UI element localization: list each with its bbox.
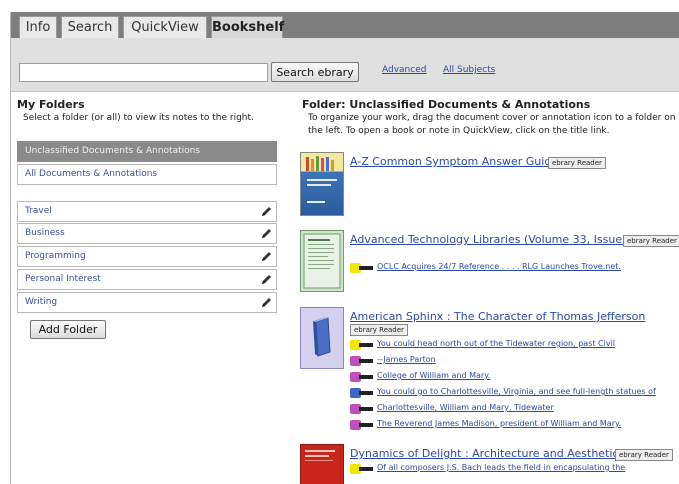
tab-bar: Info Search QuickView Bookshelf: [11, 12, 679, 38]
ebrary-reader-badge[interactable]: ebrary Reader: [548, 157, 606, 169]
book-title-link[interactable]: American Sphinx : The Character of Thoma…: [350, 310, 645, 323]
search-ebrary-button[interactable]: Search ebrary: [271, 62, 359, 82]
highlight-icon: [350, 464, 373, 474]
book-cover-art: [305, 450, 335, 461]
book-cover-art: [301, 231, 343, 291]
tab-bookshelf[interactable]: Bookshelf: [211, 16, 284, 38]
app-frame: Info Search QuickView Bookshelf Search e…: [10, 12, 679, 484]
search-bar: Search ebrary Advanced All Subjects: [11, 38, 679, 92]
all-subjects-link[interactable]: All Subjects: [443, 65, 495, 75]
generic-book-icon: [313, 317, 331, 357]
ebrary-reader-badge[interactable]: ebrary Reader: [350, 324, 408, 336]
annotation-link[interactable]: --James Parton: [377, 355, 436, 364]
folder-travel[interactable]: Travel: [17, 201, 277, 222]
folder-writing[interactable]: Writing: [17, 292, 277, 313]
book-title-link[interactable]: Advanced Technology Libraries (Volume 33…: [350, 233, 637, 246]
search-input[interactable]: [19, 63, 268, 82]
add-folder-button[interactable]: Add Folder: [30, 320, 106, 339]
folder-unclassified[interactable]: Unclassified Documents & Annotations: [17, 141, 277, 162]
book-cover-art: [306, 156, 337, 203]
edit-pencil-icon[interactable]: [260, 227, 272, 240]
folder-instructions: the left. To open a book or note in Quic…: [308, 126, 610, 136]
annotation-link[interactable]: The Reverend James Madison, president of…: [377, 419, 621, 428]
folder-personal-interest[interactable]: Personal Interest: [17, 269, 277, 290]
highlight-icon: [350, 404, 373, 414]
folder-label: Programming: [25, 251, 86, 261]
book-cover[interactable]: [300, 152, 344, 216]
highlight-icon: [350, 420, 373, 430]
folder-instructions: To organize your work, drag the document…: [308, 113, 676, 123]
edit-pencil-icon[interactable]: [260, 273, 272, 286]
tab-search[interactable]: Search: [61, 16, 119, 38]
edit-pencil-icon[interactable]: [260, 250, 272, 263]
folder-label: Travel: [25, 206, 52, 216]
annotation-link[interactable]: You could head north out of the Tidewate…: [377, 339, 615, 348]
edit-pencil-icon[interactable]: [260, 296, 272, 309]
book-cover[interactable]: [300, 444, 344, 484]
folder-label: Personal Interest: [25, 274, 101, 284]
edit-pencil-icon[interactable]: [260, 205, 272, 218]
book-cover[interactable]: [300, 307, 344, 369]
folder-label: Business: [25, 228, 65, 238]
my-folders-subtitle: Select a folder (or all) to view its not…: [23, 113, 254, 123]
tab-info[interactable]: Info: [19, 16, 57, 38]
highlight-icon: [350, 340, 373, 350]
folder-label: Writing: [25, 297, 58, 307]
folder-title: Folder: Unclassified Documents & Annotat…: [302, 98, 591, 111]
advanced-search-link[interactable]: Advanced: [382, 65, 426, 75]
highlight-icon: [350, 388, 373, 398]
folder-programming[interactable]: Programming: [17, 246, 277, 267]
highlight-icon: [350, 372, 373, 382]
annotation-link[interactable]: OCLC Acquires 24/7 Reference . . . . RLG…: [377, 262, 621, 271]
book-title-link[interactable]: A-Z Common Symptom Answer Guide: [350, 155, 558, 168]
book-cover[interactable]: [300, 230, 344, 292]
folder-business[interactable]: Business: [17, 223, 277, 244]
highlight-icon: [350, 263, 373, 273]
ebrary-reader-badge[interactable]: ebrary Reader: [623, 235, 679, 247]
annotation-link[interactable]: College of William and Mary.: [377, 371, 490, 380]
tab-quickview[interactable]: QuickView: [123, 16, 207, 38]
folder-all-documents[interactable]: All Documents & Annotations: [17, 164, 277, 185]
book-title-link[interactable]: Dynamics of Delight : Architecture and A…: [350, 447, 624, 460]
highlight-icon: [350, 356, 373, 366]
ebrary-reader-badge[interactable]: ebrary Reader: [615, 449, 673, 461]
annotation-link[interactable]: Of all composers J.S. Bach leads the fie…: [377, 463, 625, 472]
annotation-link[interactable]: Charlottesville, William and Mary, Tidew…: [377, 403, 554, 412]
my-folders-title: My Folders: [17, 98, 85, 111]
annotation-link[interactable]: You could go to Charlottesville, Virgini…: [377, 387, 656, 396]
